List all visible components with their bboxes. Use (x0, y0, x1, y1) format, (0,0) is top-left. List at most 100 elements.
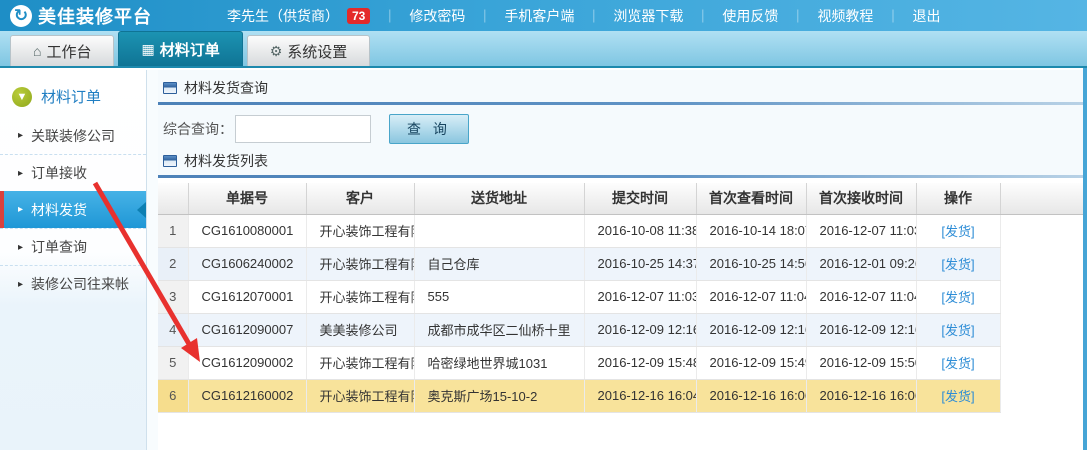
separator: ｜ (886, 6, 899, 25)
sidebar-item-订单接收[interactable]: ▸ 订单接收 (0, 154, 146, 191)
user-name: 李先生（供货商） (227, 6, 339, 26)
brand-name: 美佳装修平台 (38, 3, 152, 29)
column-header-filler (1000, 183, 1087, 214)
delivery-table: 单据号客户送货地址提交时间首次查看时间首次接收时间操作 1CG161008000… (158, 183, 1087, 413)
page: ↻ 美佳装修平台 李先生（供货商） 73 ｜ 修改密码 ｜ 手机客户端 ｜ 浏览器下载 ｜ 使… (0, 0, 1087, 450)
order-number: CG1610080001 (188, 214, 306, 247)
delivery-address: 奥克斯广场15-10-2 (414, 379, 584, 412)
search-button[interactable]: 查 询 (389, 114, 469, 144)
triangle-bullet-icon: ▸ (18, 204, 23, 215)
sidebar-item-label: 订单接收 (31, 163, 87, 183)
sidebar-item-订单查询[interactable]: ▸订单查询 (0, 228, 146, 265)
order-number: CG1612090002 (188, 346, 306, 379)
row-number: 2 (158, 247, 188, 280)
submit-time: 2016-12-16 16:04 (584, 379, 696, 412)
section-divider (158, 102, 1087, 105)
sidebar-gap (147, 70, 158, 450)
customer: 开心装饰工程有限公 (306, 379, 414, 412)
first-view-time: 2016-12-09 15:49 (696, 346, 806, 379)
ship-link[interactable]: [发货] (941, 356, 974, 371)
top-link-手机客户端[interactable]: 手机客户端 (504, 6, 574, 26)
delivery-address (414, 214, 584, 247)
row-number: 3 (158, 280, 188, 313)
top-bar: ↻ 美佳装修平台 李先生（供货商） 73 ｜ 修改密码 ｜ 手机客户端 ｜ 浏览器下载 ｜ 使… (0, 0, 1087, 31)
submit-time: 2016-10-08 11:38 (584, 214, 696, 247)
brand-logo[interactable]: ↻ 美佳装修平台 (10, 3, 152, 29)
sidebar-item-装修公司往来帐[interactable]: ▸ 装修公司往来帐 (0, 265, 146, 302)
sidebar-item-label: 装修公司往来帐 (31, 274, 129, 294)
operation-cell: [发货] (916, 313, 1000, 346)
table-row[interactable]: 5CG1612090002开心装饰工程有限公哈密绿地世界城10312016-12… (158, 346, 1087, 379)
table-row[interactable]: 2CG1606240002开心装饰工程有限公自己仓库2016-10-25 14:… (158, 247, 1087, 280)
triangle-bullet-icon: ▸ (18, 279, 23, 290)
top-links: ｜修改密码｜手机客户端｜浏览器下载｜使用反馈｜视频教程｜退出 (370, 6, 940, 26)
triangle-bullet-icon: ▸ (18, 242, 23, 253)
submit-time: 2016-12-09 12:16 (584, 313, 696, 346)
triangle-bullet-icon: ▸ (18, 168, 23, 179)
notification-badge[interactable]: 73 (347, 8, 370, 24)
active-notch-icon (137, 202, 146, 218)
query-section-header: 材料发货查询 (158, 78, 1087, 98)
tab-系统设置[interactable]: ⚙系统设置 (247, 35, 371, 66)
tab-label: 系统设置 (287, 41, 347, 62)
sidebar-header[interactable]: ▼ 材料订单 (0, 70, 146, 117)
search-input[interactable] (235, 115, 371, 143)
sidebar-item-label: 关联装修公司 (31, 126, 115, 146)
brand-swirl-icon: ↻ (10, 5, 32, 27)
tab-工作台[interactable]: ⌂工作台 (10, 35, 114, 66)
first-receive-time: 2016-12-16 16:06 (806, 379, 916, 412)
filler-cell (1000, 247, 1087, 280)
content: 材料发货查询 综合查询： 查 询 材料发货列表 (158, 70, 1087, 450)
first-view-time: 2016-12-16 16:06 (696, 379, 806, 412)
operation-cell: [发货] (916, 247, 1000, 280)
filler-cell (1000, 379, 1087, 412)
triangle-bullet-icon: ▸ (18, 130, 23, 141)
operation-cell: [发货] (916, 214, 1000, 247)
ship-link[interactable]: [发货] (941, 389, 974, 404)
separator: ｜ (791, 6, 804, 25)
row-number: 5 (158, 346, 188, 379)
filler-cell (1000, 346, 1087, 379)
column-header: 提交时间 (584, 183, 696, 214)
right-edge-bar[interactable] (1083, 68, 1087, 450)
ship-link[interactable]: [发货] (941, 290, 974, 305)
table-row[interactable]: 4CG1612090007美美装修公司成都市成华区二仙桥十里2016-12-09… (158, 313, 1087, 346)
top-link-使用反馈[interactable]: 使用反馈 (722, 6, 778, 26)
customer: 开心装饰工程有限公 (306, 247, 414, 280)
ship-link[interactable]: [发货] (941, 257, 974, 272)
sidebar-item-关联装修公司[interactable]: ▸ 关联装修公司 (0, 117, 146, 154)
row-number: 1 (158, 214, 188, 247)
query-section-title: 材料发货查询 (184, 78, 268, 98)
grid-icon: ▦ (141, 41, 154, 58)
column-header: 送货地址 (414, 183, 584, 214)
window-icon (163, 155, 177, 167)
customer: 开心装饰工程有限公 (306, 280, 414, 313)
top-link-修改密码[interactable]: 修改密码 (409, 6, 465, 26)
filler-cell (1000, 214, 1087, 247)
ship-link[interactable]: [发货] (941, 323, 974, 338)
operation-cell: [发货] (916, 379, 1000, 412)
sidebar-item-材料发货[interactable]: ▸材料发货 (0, 191, 146, 228)
first-receive-time: 2016-12-09 12:16 (806, 313, 916, 346)
table-row[interactable]: 1CG1610080001开心装饰工程有限公2016-10-08 11:3820… (158, 214, 1087, 247)
window-icon (163, 82, 177, 94)
separator: ｜ (696, 6, 709, 25)
delivery-address: 自己仓库 (414, 247, 584, 280)
submit-time: 2016-10-25 14:37 (584, 247, 696, 280)
order-number: CG1612160002 (188, 379, 306, 412)
top-link-退出[interactable]: 退出 (912, 6, 940, 26)
list-section-header: 材料发货列表 (158, 151, 1087, 171)
tab-材料订单[interactable]: ▦材料订单 (118, 31, 242, 66)
top-link-视频教程[interactable]: 视频教程 (817, 6, 873, 26)
column-header: 首次查看时间 (696, 183, 806, 214)
top-link-浏览器下载[interactable]: 浏览器下载 (613, 6, 683, 26)
order-number: CG1606240002 (188, 247, 306, 280)
separator: ｜ (587, 6, 600, 25)
first-receive-time: 2016-12-07 11:04 (806, 280, 916, 313)
ship-link[interactable]: [发货] (941, 224, 974, 239)
home-icon: ⌂ (33, 43, 41, 59)
table-row[interactable]: 6CG1612160002开心装饰工程有限公奥克斯广场15-10-22016-1… (158, 379, 1087, 412)
customer: 开心装饰工程有限公 (306, 214, 414, 247)
column-header: 单据号 (188, 183, 306, 214)
table-row[interactable]: 3CG1612070001开心装饰工程有限公5552016-12-07 11:0… (158, 280, 1087, 313)
